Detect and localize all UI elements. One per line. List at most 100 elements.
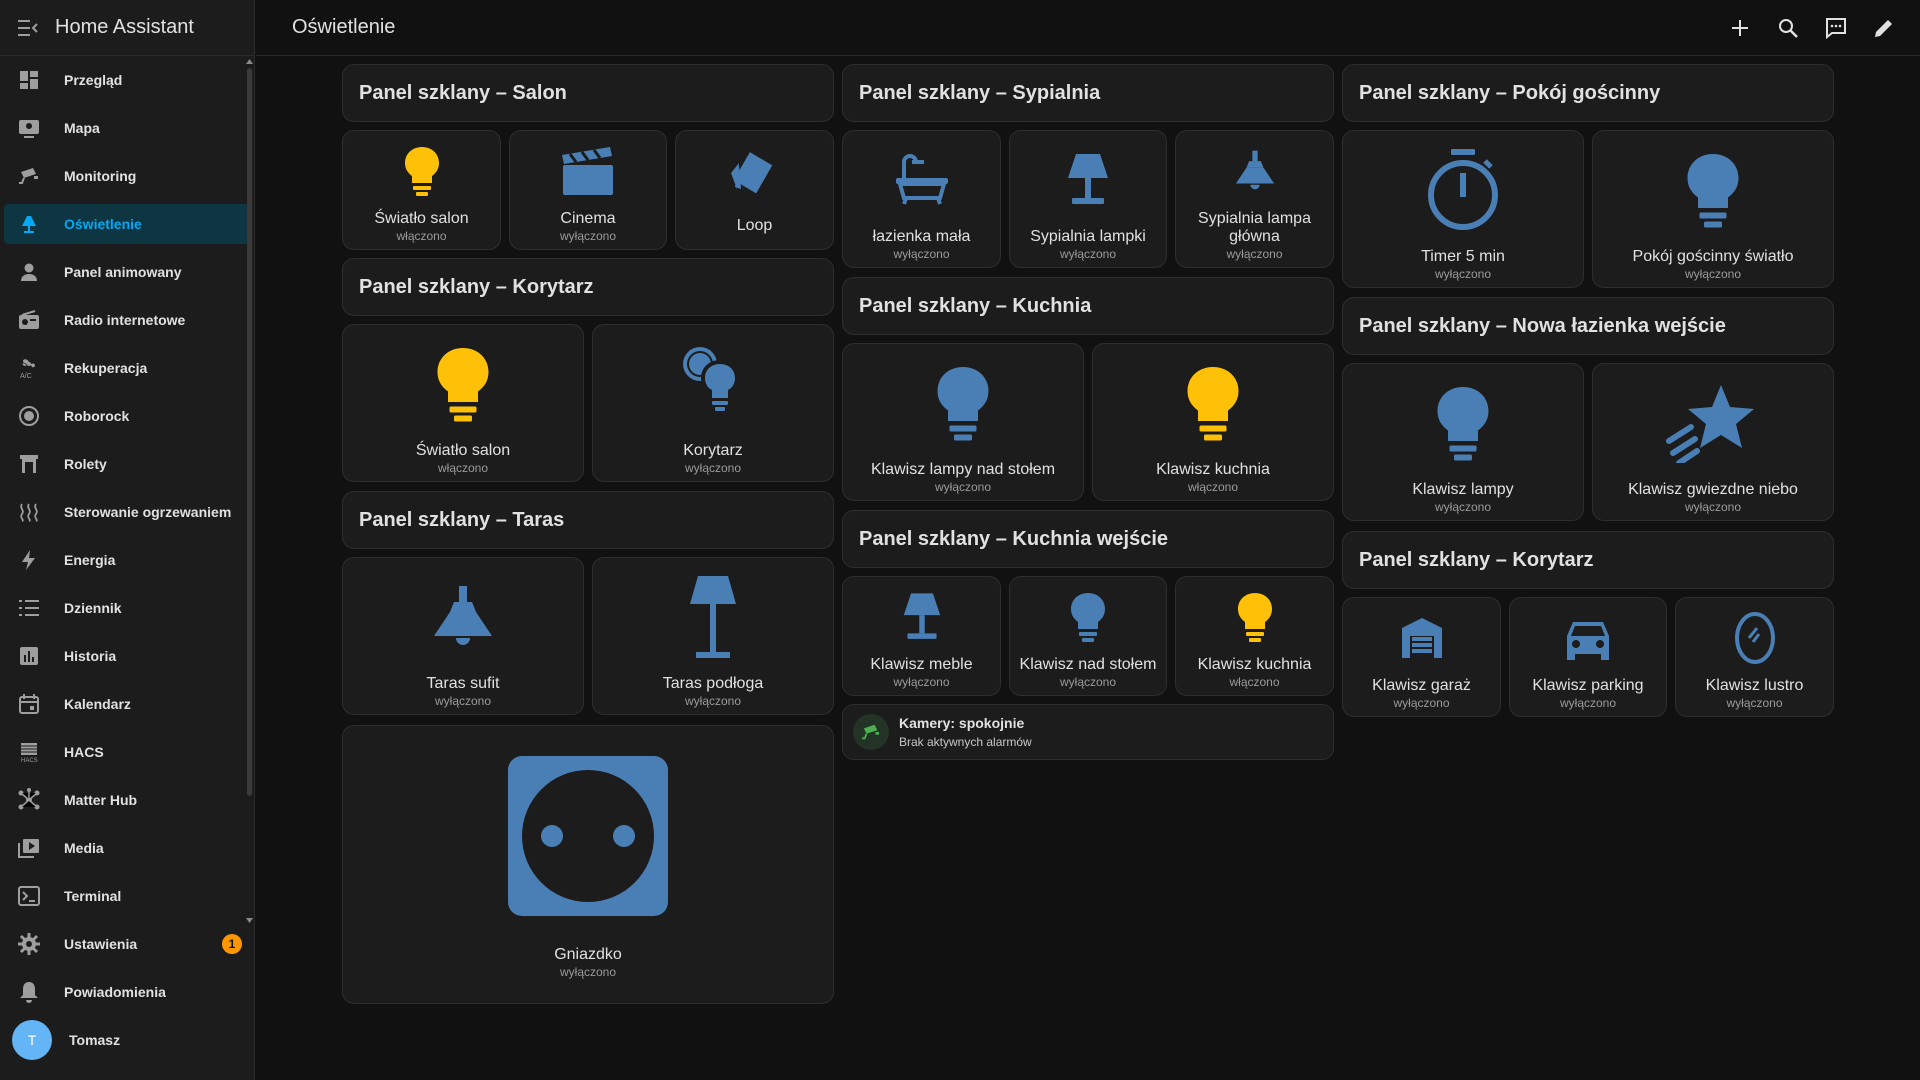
scroll-up-icon[interactable] — [246, 58, 253, 64]
sidebar: Home Assistant Przegląd Mapa Monitoring … — [0, 0, 255, 1080]
button-card-cinema[interactable]: Cinema wyłączono — [509, 130, 667, 250]
sidebar-item-powiadomienia[interactable]: Powiadomienia — [4, 972, 248, 1012]
section-title: Panel szklany – Kuchnia — [859, 294, 1092, 317]
button-name: Klawisz nad stołem — [1019, 656, 1157, 673]
sidebar-item-oswietlenie[interactable]: Oświetlenie — [4, 204, 248, 244]
lamp-icon — [17, 212, 41, 236]
menu-open-icon[interactable] — [17, 17, 39, 39]
toolbar-actions — [1728, 0, 1920, 56]
button-card-klawisz-meble[interactable]: Klawisz meble wyłączono — [842, 576, 1001, 696]
sidebar-item-monitoring[interactable]: Monitoring — [4, 156, 248, 196]
button-state: wyłączono — [559, 229, 617, 243]
button-name: Korytarz — [683, 442, 743, 459]
sidebar-item-rolety[interactable]: Rolety — [4, 444, 248, 484]
button-name: łazienka mała — [872, 228, 971, 245]
button-name: Taras podłoga — [662, 675, 764, 692]
floor-lamp-icon — [690, 575, 736, 658]
button-card-swiatlo-salon[interactable]: Światło salon włączono — [342, 130, 501, 250]
avatar: T — [12, 1020, 52, 1060]
alarm-card-kamery[interactable]: Kamery: spokojnie Brak aktywnych alarmów — [842, 704, 1334, 760]
section-header-pokoj-goscinny: Panel szklany – Pokój gościnny — [1342, 64, 1834, 122]
button-name: Sypialnia lampa główna — [1198, 210, 1311, 245]
lightbulb-icon — [937, 366, 989, 440]
sidebar-item-ustawienia[interactable]: Ustawienia 1 — [4, 924, 248, 964]
section-title: Panel szklany – Kuchnia wejście — [859, 527, 1169, 550]
sidebar-item-energia[interactable]: Energia — [4, 540, 248, 580]
button-card-gniazdko[interactable]: Gniazdko wyłączono — [342, 725, 834, 1004]
button-name: Światło salon — [415, 442, 511, 459]
sidebar-item-mapa[interactable]: Mapa — [4, 108, 248, 148]
gear-icon — [17, 932, 41, 956]
lightbulb-icon — [1071, 592, 1105, 642]
button-state: wyłączono — [684, 461, 742, 475]
button-card-klawisz-garaz[interactable]: Klawisz garaż wyłączono — [1342, 597, 1501, 717]
sidebar-item-dziennik[interactable]: Dziennik — [4, 588, 248, 628]
bathtub-icon — [895, 153, 948, 205]
button-card-klawisz-gwiezdne-niebo[interactable]: Klawisz gwiezdne niebo wyłączono — [1592, 363, 1834, 521]
button-card-pokoj-goscinny-swiatlo[interactable]: Pokój gościnny światło wyłączono — [1592, 130, 1834, 288]
sidebar-item-user[interactable]: T Tomasz — [4, 1020, 248, 1060]
button-card-klawisz-lampy[interactable]: Klawisz lampy wyłączono — [1342, 363, 1584, 521]
button-card-loop[interactable]: Loop — [675, 130, 834, 250]
button-card-lazienka-mala[interactable]: łazienka mała wyłączono — [842, 130, 1001, 268]
sidebar-item-przeglad[interactable]: Przegląd — [4, 60, 248, 100]
ceiling-light-icon — [1235, 150, 1274, 189]
button-card-taras-podloga[interactable]: Taras podłoga wyłączono — [592, 557, 834, 715]
sidebar-item-ogrzewanie[interactable]: Sterowanie ogrzewaniem — [4, 492, 248, 532]
button-state: włączono — [396, 229, 447, 243]
button-card-timer-5-min[interactable]: Timer 5 min wyłączono — [1342, 130, 1584, 288]
button-name: Światło salon — [374, 210, 469, 227]
button-state: włączono — [1187, 480, 1239, 494]
button-card-korytarz[interactable]: Korytarz wyłączono — [592, 324, 834, 482]
button-card-klawisz-kuchnia-2[interactable]: Klawisz kuchnia włączono — [1175, 576, 1334, 696]
radio-icon — [17, 308, 41, 332]
sidebar-item-label: Sterowanie ogrzewaniem — [64, 504, 232, 520]
svg-text:A/C: A/C — [20, 373, 32, 379]
lightbulb-on-icon — [1237, 592, 1272, 642]
sidebar-item-radio[interactable]: Radio internetowe — [4, 300, 248, 340]
lightbulb-on-icon — [404, 146, 439, 196]
sidebar-item-matter-hub[interactable]: Matter Hub — [4, 780, 248, 820]
settings-badge: 1 — [222, 934, 242, 954]
sidebar-scrollbar[interactable] — [247, 68, 252, 796]
lightbulb-group-icon — [683, 346, 739, 411]
button-name: Klawisz kuchnia — [1197, 656, 1312, 673]
assist-icon[interactable] — [1824, 16, 1848, 40]
button-name: Pokój gościnny światło — [1632, 248, 1794, 265]
sidebar-item-label: Roborock — [64, 408, 130, 424]
button-card-sypialnia-lampa-glowna[interactable]: Sypialnia lampa główna wyłączono — [1175, 130, 1334, 268]
sidebar-item-hacs[interactable]: HACS HACS — [4, 732, 248, 772]
sidebar-nav: Przegląd Mapa Monitoring Oświetlenie Pan… — [0, 60, 252, 1068]
lightbulb-icon — [1687, 153, 1739, 227]
sidebar-item-roborock[interactable]: Roborock — [4, 396, 248, 436]
button-card-klawisz-nad-stolem[interactable]: Klawisz nad stołem wyłączono — [1009, 576, 1167, 696]
sidebar-item-panel-animowany[interactable]: Panel animowany — [4, 252, 248, 292]
button-state: wyłączono — [1434, 267, 1492, 281]
sidebar-item-label: Rekuperacja — [64, 360, 148, 376]
button-name: Cinema — [560, 210, 616, 227]
edit-icon[interactable] — [1872, 16, 1896, 40]
app-title: Home Assistant — [55, 16, 194, 38]
button-card-swiatlo-salon-2[interactable]: Światło salon włączono — [342, 324, 584, 482]
button-card-sypialnia-lampki[interactable]: Sypialnia lampki wyłączono — [1009, 130, 1167, 268]
list-icon — [17, 596, 41, 620]
add-icon[interactable] — [1728, 16, 1752, 40]
sidebar-item-label: Monitoring — [64, 168, 137, 184]
section-header-kuchnia: Panel szklany – Kuchnia — [842, 277, 1334, 335]
sidebar-item-label: Powiadomienia — [64, 984, 166, 1000]
button-card-lampy-nad-stolem[interactable]: Klawisz lampy nad stołem wyłączono — [842, 343, 1084, 501]
hub-icon — [17, 788, 41, 812]
sidebar-item-terminal[interactable]: Terminal — [4, 876, 248, 916]
search-icon[interactable] — [1776, 16, 1800, 40]
scroll-down-icon[interactable] — [246, 918, 253, 924]
button-card-klawisz-lustro[interactable]: Klawisz lustro wyłączono — [1675, 597, 1834, 717]
button-card-taras-sufit[interactable]: Taras sufit wyłączono — [342, 557, 584, 715]
button-name: Timer 5 min — [1421, 248, 1505, 265]
button-card-klawisz-kuchnia[interactable]: Klawisz kuchnia włączono — [1092, 343, 1334, 501]
section-title: Panel szklany – Sypialnia — [859, 81, 1101, 104]
sidebar-item-rekuperacja[interactable]: A/C Rekuperacja — [4, 348, 248, 388]
button-card-klawisz-parking[interactable]: Klawisz parking wyłączono — [1509, 597, 1667, 717]
sidebar-item-media[interactable]: Media — [4, 828, 248, 868]
sidebar-item-historia[interactable]: Historia — [4, 636, 248, 676]
sidebar-item-kalendarz[interactable]: Kalendarz — [4, 684, 248, 724]
